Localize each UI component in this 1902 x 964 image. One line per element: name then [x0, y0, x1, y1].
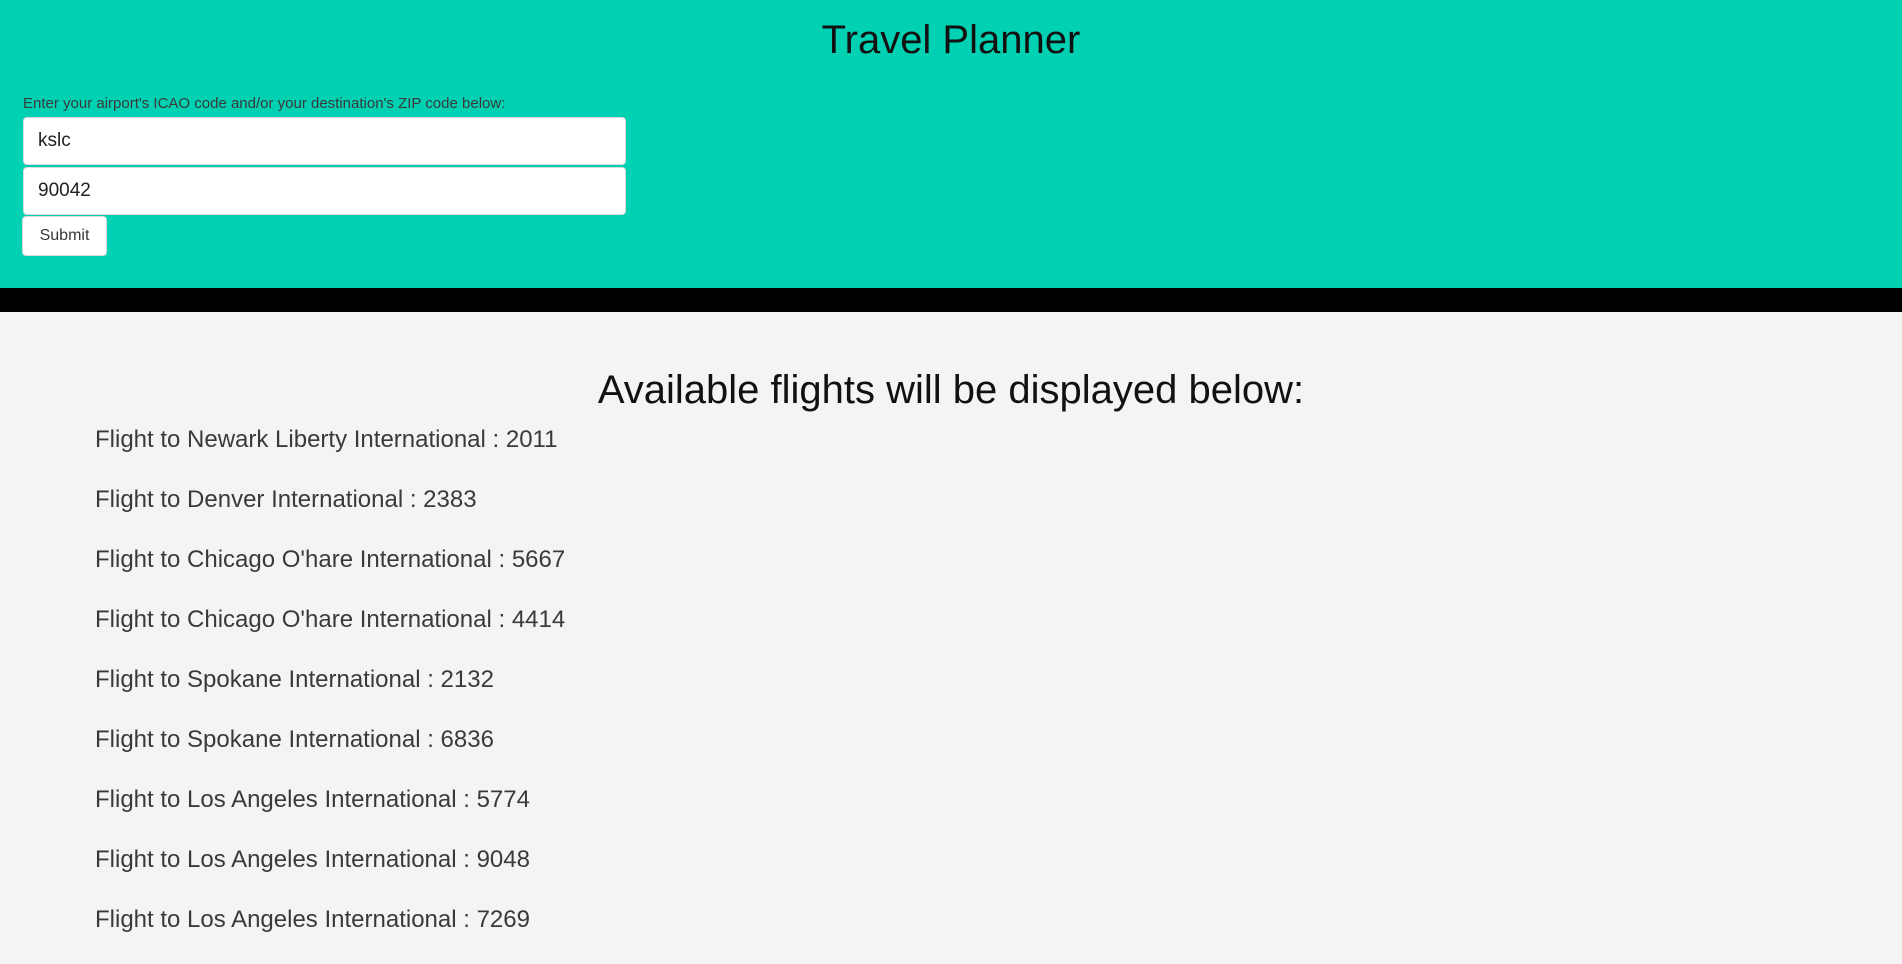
submit-button[interactable]: Submit — [22, 216, 107, 256]
flight-item: Flight to Spokane International : 6836 — [95, 726, 494, 753]
flight-list: Flight to Newark Liberty International :… — [95, 424, 565, 964]
header-divider — [0, 288, 1902, 312]
flight-item: Flight to Spokane International : 2132 — [95, 666, 494, 693]
results-heading: Available flights will be displayed belo… — [597, 368, 1305, 412]
flight-item: Flight to Chicago O'hare International :… — [95, 546, 566, 573]
flight-item: Flight to Los Angeles International : 72… — [95, 906, 530, 933]
form-instructions-label: Enter your airport's ICAO code and/or yo… — [23, 95, 506, 112]
flight-item: Flight to Newark Liberty International :… — [95, 426, 558, 453]
flight-item: Flight to Los Angeles International : 57… — [95, 786, 530, 813]
flight-item: Flight to Chicago O'hare International :… — [95, 606, 566, 633]
flight-item: Flight to Denver International : 2383 — [95, 486, 477, 513]
header-section: Travel Planner Enter your airport's ICAO… — [0, 0, 1902, 288]
page-title: Travel Planner — [821, 18, 1081, 62]
flight-item: Flight to Los Angeles International : 90… — [95, 846, 530, 873]
icao-code-input[interactable] — [23, 117, 626, 165]
zip-code-input[interactable] — [23, 167, 626, 215]
